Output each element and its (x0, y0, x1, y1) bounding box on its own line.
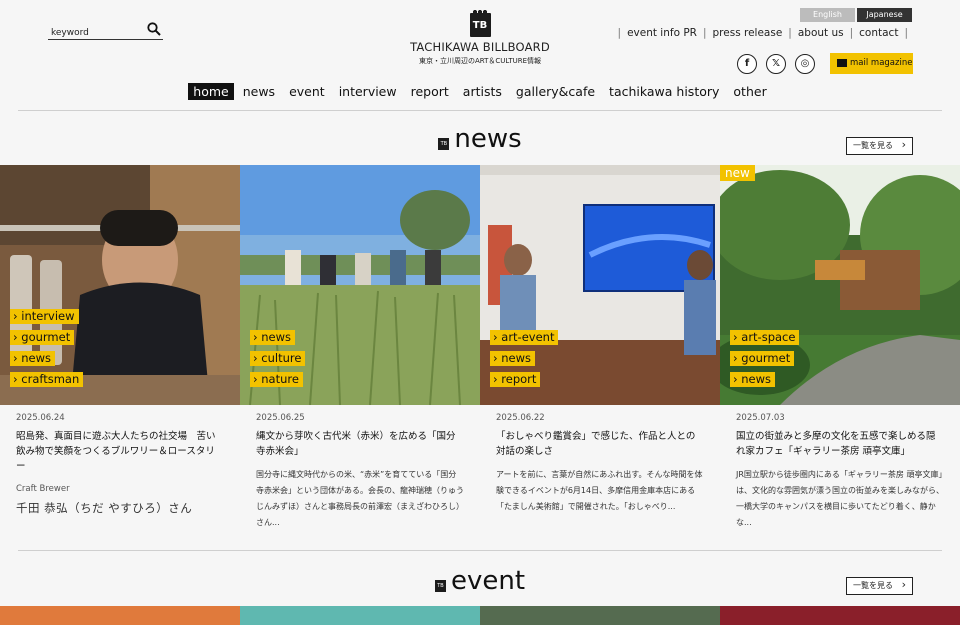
new-badge: new (720, 165, 755, 181)
nav-gallery-cafe[interactable]: gallery&cafe (511, 83, 600, 100)
news-card[interactable]: art-event news report 2025.06.22 「おしゃべり鑑… (480, 165, 720, 531)
card-title[interactable]: 縄文から芽吹く古代米（赤米）を広める「国分寺赤米会」 (256, 429, 464, 459)
social-links: f 𝕏 ◎ (737, 54, 815, 74)
mail-magazine-label: mail magazine (850, 58, 913, 68)
main-nav: home news event interview report artists… (0, 83, 960, 100)
card-description: 国分寺に縄文時代からの米、“赤米”を育てている「国分寺赤米会」という団体がある。… (256, 470, 464, 527)
divider (18, 110, 942, 111)
separator: | (788, 27, 792, 39)
nav-tachikawa-history[interactable]: tachikawa history (604, 83, 724, 100)
logo-mark: TB (469, 10, 491, 37)
news-card[interactable]: interview gourmet news craftsman 2025.06… (0, 165, 240, 531)
card-image-cafe[interactable]: new art-space gourmet news (720, 165, 960, 405)
event-more-button[interactable]: 一覧を見る (846, 577, 913, 595)
tb-mini-icon: TB (438, 138, 450, 150)
tag-art-space[interactable]: art-space (730, 330, 800, 345)
separator: | (849, 27, 854, 39)
nav-interview[interactable]: interview (334, 83, 402, 100)
tag-news[interactable]: news (730, 372, 776, 387)
news-more-button[interactable]: 一覧を見る (846, 137, 913, 155)
tag-craftsman[interactable]: craftsman (10, 372, 84, 387)
card-title[interactable]: 国立の街並みと多摩の文化を五感で楽しめる隠れ家カフェ「ギャラリー茶房 頑亭文庫」 (736, 429, 944, 459)
card-title[interactable]: 「おしゃべり鑑賞会」で感じた、作品と人との対話の楽しさ (496, 429, 704, 459)
event-cards-strip (0, 606, 960, 625)
tb-mini-icon: TB (434, 580, 446, 592)
lang-english-button[interactable]: English (800, 8, 855, 22)
separator: | (617, 27, 622, 39)
search-box (48, 20, 163, 42)
search-icon[interactable] (147, 22, 161, 36)
link-event-info-pr[interactable]: event info PR (627, 27, 697, 39)
instagram-icon[interactable]: ◎ (795, 54, 815, 74)
tag-art-event[interactable]: art-event (490, 330, 559, 345)
top-links: | event info PR | press release | about … (612, 27, 914, 39)
nav-other[interactable]: other (728, 83, 771, 100)
card-category: Craft Brewer (16, 484, 70, 494)
tag-gourmet[interactable]: gourmet (730, 351, 795, 366)
card-tags: interview gourmet news craftsman (10, 309, 84, 387)
link-contact[interactable]: contact (859, 27, 898, 39)
card-tags: art-event news report (490, 330, 559, 387)
logo-name: TACHIKAWA BILLBOARD (410, 40, 550, 54)
tag-news[interactable]: news (490, 351, 536, 366)
facebook-icon[interactable]: f (737, 54, 757, 74)
card-date: 2025.07.03 (736, 413, 785, 423)
card-image-brewer[interactable]: interview gourmet news craftsman (0, 165, 240, 405)
search-input[interactable] (48, 24, 143, 42)
card-date: 2025.06.24 (16, 413, 65, 423)
language-switch: English Japanese (800, 8, 912, 22)
news-card[interactable]: new art-space gourmet news 2025.07.03 国立… (720, 165, 960, 531)
event-card-image[interactable] (240, 606, 480, 625)
event-card-image[interactable] (0, 606, 240, 625)
news-card[interactable]: news culture nature 2025.06.25 縄文から芽吹く古代… (240, 165, 480, 531)
logo-tagline: 東京・立川周辺のART＆CULTURE情報 (418, 57, 542, 65)
separator: | (702, 27, 707, 39)
news-section-heading: TB news (0, 124, 960, 154)
mail-magazine-button[interactable]: mail magazine (830, 53, 913, 74)
card-tags: news culture nature (250, 330, 306, 387)
card-title[interactable]: 昭島発、真面目に遊ぶ大人たちの社交場 苦い飲み物で笑顔をつくるブルワリー＆ロース… (16, 429, 224, 474)
tag-interview[interactable]: interview (10, 309, 79, 324)
nav-home[interactable]: home (188, 83, 234, 100)
event-card-image[interactable] (480, 606, 720, 625)
tag-gourmet[interactable]: gourmet (10, 330, 75, 345)
card-person: 千田 恭弘（ちだ やすひろ）さん (16, 501, 193, 515)
card-date: 2025.06.25 (256, 413, 305, 423)
news-title: news (454, 124, 522, 154)
envelope-icon (837, 59, 847, 67)
card-description: JR国立駅から徒歩圏内にある「ギャラリー茶房 頑亭文庫」は、文化的な雰囲気が漂う… (736, 470, 944, 527)
tag-news[interactable]: news (250, 330, 296, 345)
nav-report[interactable]: report (406, 83, 454, 100)
x-icon[interactable]: 𝕏 (766, 54, 786, 74)
card-tags: art-space gourmet news (730, 330, 800, 387)
event-card-image[interactable] (720, 606, 960, 625)
news-cards: interview gourmet news craftsman 2025.06… (0, 165, 960, 531)
event-section-heading: TB event (0, 566, 960, 596)
card-image-gallery[interactable]: art-event news report (480, 165, 720, 405)
link-press-release[interactable]: press release (713, 27, 783, 39)
site-logo[interactable]: TB TACHIKAWA BILLBOARD 東京・立川周辺のART＆CULTU… (380, 10, 580, 66)
card-image-rice-field[interactable]: news culture nature (240, 165, 480, 405)
nav-event[interactable]: event (284, 83, 330, 100)
tag-news[interactable]: news (10, 351, 56, 366)
card-date: 2025.06.22 (496, 413, 545, 423)
divider (18, 550, 942, 551)
nav-news[interactable]: news (238, 83, 280, 100)
lang-japanese-button[interactable]: Japanese (857, 8, 912, 22)
separator: | (904, 27, 908, 39)
tag-nature[interactable]: nature (250, 372, 303, 387)
link-about-us[interactable]: about us (798, 27, 844, 39)
tag-report[interactable]: report (490, 372, 541, 387)
tag-culture[interactable]: culture (250, 351, 306, 366)
card-description: アートを前に、言葉が自然にあふれ出す。そんな時間を体験できるイベントが6月14日… (496, 470, 703, 511)
nav-artists[interactable]: artists (458, 83, 507, 100)
event-title: event (450, 566, 526, 596)
